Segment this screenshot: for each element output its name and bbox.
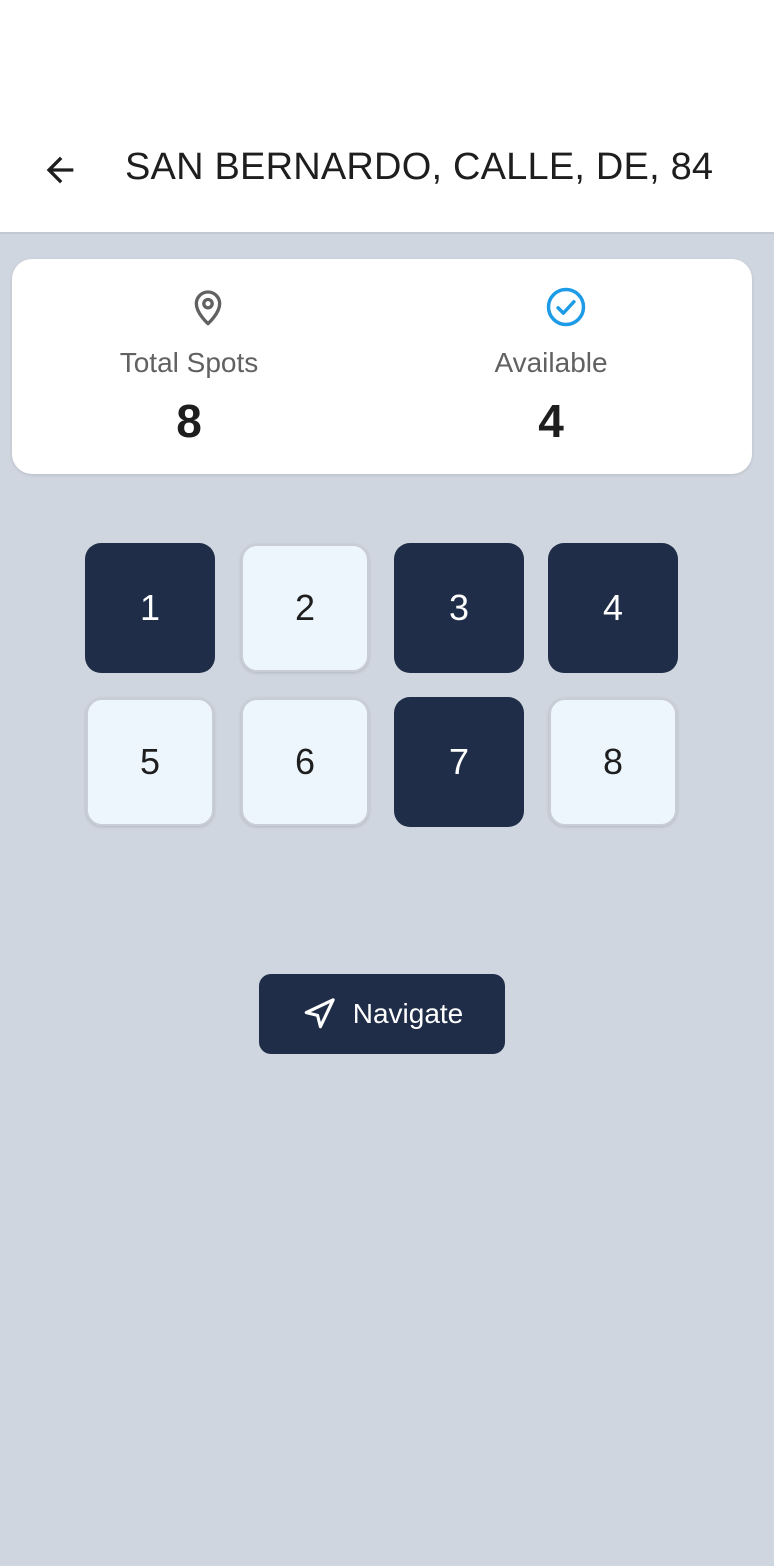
navigation-arrow-icon	[301, 996, 337, 1032]
arrow-left-icon	[46, 156, 74, 184]
map-pin-icon	[186, 285, 230, 329]
total-spots-stat: Total Spots 8	[12, 259, 382, 474]
parking-spot-1[interactable]: 1	[85, 543, 215, 673]
total-spots-label: Total Spots	[119, 347, 259, 378]
available-value: 4	[538, 395, 564, 447]
parking-spot-5[interactable]: 5	[86, 698, 214, 826]
app-bar: SAN BERNARDO, CALLE, DE, 84	[0, 0, 774, 234]
back-button[interactable]	[30, 140, 90, 200]
navigate-label: Navigate	[352, 998, 464, 1029]
navigate-button[interactable]: Navigate	[259, 974, 505, 1054]
page-title: SAN BERNARDO, CALLE, DE, 84	[125, 146, 714, 188]
check-circle-icon	[544, 285, 588, 329]
total-spots-value: 8	[176, 395, 202, 447]
parking-spot-6[interactable]: 6	[241, 698, 369, 826]
available-label: Available	[494, 347, 608, 378]
parking-spot-8[interactable]: 8	[549, 698, 677, 826]
parking-spot-7[interactable]: 7	[394, 697, 524, 827]
parking-spots-grid: 1 2 3 4 5 6 7 8	[85, 543, 679, 828]
parking-spot-4[interactable]: 4	[548, 543, 678, 673]
available-stat: Available 4	[382, 259, 752, 474]
parking-spot-3[interactable]: 3	[394, 543, 524, 673]
stats-card: Total Spots 8 Available 4	[12, 259, 752, 474]
parking-spot-2[interactable]: 2	[241, 544, 369, 672]
